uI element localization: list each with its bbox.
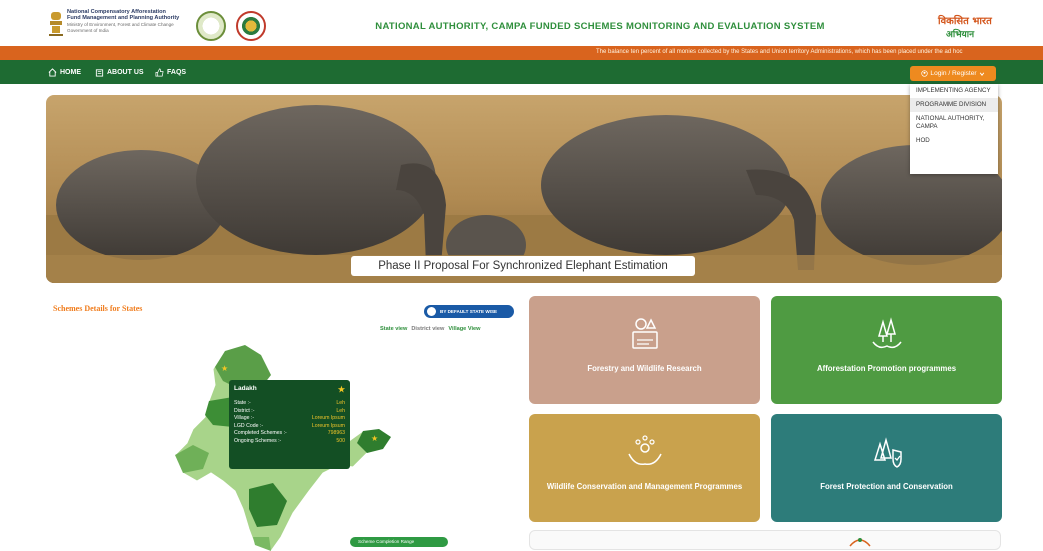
tooltip-row: Ongoing Schemes :- 500 <box>234 437 345 444</box>
ministry-seal-logo <box>236 11 266 41</box>
site-title: NATIONAL AUTHORITY, CAMPA FUNDED SCHEMES… <box>375 21 825 32</box>
card-label: Forest Protection and Conservation <box>820 482 953 491</box>
main-nav: HOME ABOUT US FAQS <box>0 60 1043 84</box>
login-register-button[interactable]: Login / Register <box>910 66 996 81</box>
trees-hands-icon <box>871 317 902 349</box>
nav-home[interactable]: HOME <box>48 67 81 78</box>
national-emblem-icon <box>49 12 63 36</box>
toggle-label: BY DEFAULT STATE WISE <box>440 309 498 314</box>
ticker-text: The balance ten percent of all monies co… <box>596 49 963 55</box>
card-partial-bottom[interactable] <box>529 530 1001 550</box>
card-afforestation[interactable]: Afforestation Promotion programmes <box>771 296 1002 404</box>
viksit-bharat-logo: विकसित भारत अभियान <box>938 13 1008 40</box>
toggle-knob <box>427 307 436 316</box>
building-icon <box>95 69 104 77</box>
card-label: Wildlife Conservation and Management Pro… <box>546 482 743 491</box>
svg-text:★: ★ <box>221 364 228 373</box>
viksit-line-2: अभियान <box>946 30 975 40</box>
state-view-link[interactable]: State view <box>380 326 407 332</box>
nav-about-label: ABOUT US <box>107 69 144 76</box>
tooltip-row: LGD Code :- Loreum Ipsum <box>234 422 345 429</box>
menu-item-hod[interactable]: HOD <box>910 134 998 148</box>
nav-home-label: HOME <box>60 69 81 76</box>
view-switcher: State view District view Village View <box>380 326 480 332</box>
card-label: Forestry and Wildlife Research <box>587 364 702 373</box>
thumbs-up-icon <box>155 68 164 77</box>
schemes-panel-title: Schemes Details for States <box>53 304 143 313</box>
star-icon: ★ <box>337 385 345 394</box>
nav-faqs-label: FAQS <box>167 69 187 76</box>
card-label: Afforestation Promotion programmes <box>816 364 957 373</box>
nav-about[interactable]: ABOUT US <box>95 67 144 78</box>
site-header: National Compensatory Afforestation Fund… <box>0 0 1043 46</box>
paw-hands-icon <box>627 435 662 466</box>
card-wildlife-conservation[interactable]: Wildlife Conservation and Management Pro… <box>529 414 760 522</box>
forest-shield-icon <box>873 437 902 468</box>
login-label: Login / Register <box>930 70 977 77</box>
district-view-link[interactable]: District view <box>411 326 444 332</box>
state-wise-toggle[interactable]: BY DEFAULT STATE WISE <box>424 305 514 318</box>
nav-faqs[interactable]: FAQS <box>155 67 186 78</box>
svg-text:★: ★ <box>371 434 378 443</box>
mela-logo-icon <box>849 538 871 547</box>
menu-item-national-authority[interactable]: NATIONAL AUTHORITY, CAMPA <box>910 112 998 134</box>
completion-range-button[interactable]: Scheme Completion Range <box>350 537 448 547</box>
menu-item-programme-division[interactable]: PROGRAMME DIVISION <box>910 98 998 112</box>
org-line-4: Government of India <box>67 28 109 34</box>
tooltip-row: District :- Leh <box>234 407 345 414</box>
home-icon <box>48 68 57 77</box>
user-icon <box>921 70 929 77</box>
login-dropdown-menu: IMPLEMENTING AGENCY PROGRAMME DIVISION N… <box>910 84 998 174</box>
hero-banner <box>46 95 1002 283</box>
menu-item-implementing-agency[interactable]: IMPLEMENTING AGENCY <box>910 84 998 98</box>
village-view-link[interactable]: Village View <box>448 326 480 332</box>
research-lab-icon <box>631 318 658 349</box>
org-line-2: Fund Management and Planning Authority <box>67 15 180 22</box>
elephant-herd-image <box>46 95 1002 283</box>
card-forestry-research[interactable]: Forestry and Wildlife Research <box>529 296 760 404</box>
tooltip-region-name: Ladakh <box>234 385 257 392</box>
banner-caption: Phase II Proposal For Synchronized Eleph… <box>351 256 695 276</box>
chevron-down-icon <box>979 72 984 76</box>
org-name: National Compensatory Afforestation Fund… <box>67 9 192 35</box>
map-tooltip: Ladakh ★ State :- Leh District :- Leh Vill… <box>229 380 350 469</box>
tooltip-row: Village :- Loreum Ipsum <box>234 415 345 422</box>
card-forest-protection[interactable]: Forest Protection and Conservation <box>771 414 1002 522</box>
tooltip-row: State :- Leh <box>234 400 345 406</box>
news-ticker: The balance ten percent of all monies co… <box>0 46 1043 60</box>
viksit-line-1: विकसित भारत <box>938 16 992 27</box>
campa-logo <box>196 11 226 41</box>
tooltip-row: Completed Schemes :- 798963 <box>234 430 345 437</box>
